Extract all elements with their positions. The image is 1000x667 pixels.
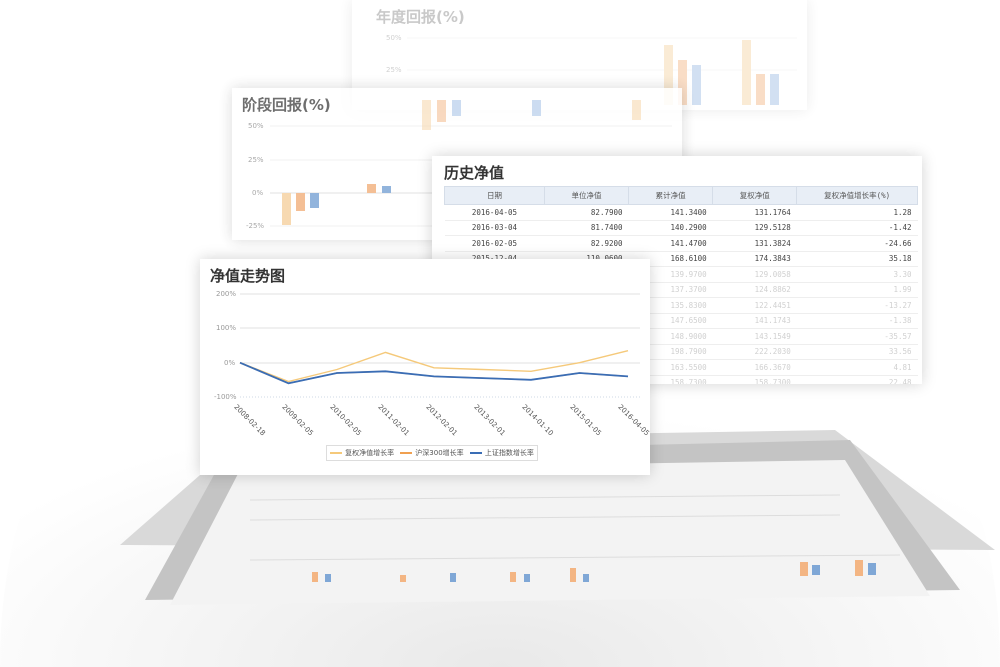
table-cell: -1.42 [796,220,918,236]
table-cell: 2016-03-04 [444,220,545,236]
table-cell: -1.38 [796,313,918,329]
table-cell: 82.9200 [544,235,629,252]
legend-label: 复权净值增长率 [345,449,395,457]
table-cell: -13.27 [796,297,918,314]
table-cell: 143.1549 [712,328,797,345]
chart-legend: 复权净值增长率 沪深300增长率 上证指数增长率 [326,445,538,461]
table-cell: 35.18 [796,251,918,267]
table-cell: 141.3400 [628,204,713,221]
legend-label: 上证指数增长率 [484,449,534,457]
table-row: 2016-02-05 82.9200 141.4700 131.3824 -24.66 [444,235,918,252]
column-header-cumulative-nav[interactable]: 累计净值 [628,186,714,205]
table-cell: 4.81 [796,359,918,376]
table-cell: 1.99 [796,282,918,298]
table-cell: 22.48 [796,375,918,384]
legend-item-hs300[interactable]: 沪深300增长率 [400,448,464,458]
table-cell: 3.30 [796,266,918,283]
table-cell: 166.3670 [712,359,797,376]
table-cell: 140.2900 [628,220,713,236]
table-row: 2016-03-04 81.7400 140.2900 129.5128 -1.42 [444,220,918,236]
table-cell: 158.7300 [712,375,797,384]
table-cell: 141.1743 [712,313,797,329]
sh-index-growth-line [239,361,629,385]
table-cell: 129.0058 [712,266,797,283]
column-header-unit-nav[interactable]: 单位净值 [543,186,630,205]
table-cell: 131.1764 [712,204,797,221]
nav-trend-chart [239,293,640,398]
table-cell: 131.3824 [712,235,797,252]
table-cell: 2016-04-05 [444,204,545,221]
legend-label: 沪深300增长率 [415,449,464,457]
column-header-adjusted-nav[interactable]: 复权净值 [712,186,798,205]
history-nav-title: 历史净值 [444,164,505,182]
table-cell: 129.5128 [712,220,797,236]
legend-item-nav[interactable]: 复权净值增长率 [330,448,394,458]
table-cell: 82.7900 [544,204,629,221]
table-cell: 33.56 [796,344,918,360]
table-cell: 2016-02-05 [444,235,545,252]
legend-item-sh-index[interactable]: 上证指数增长率 [469,448,534,458]
table-cell: 124.8862 [712,282,797,298]
table-cell: 1.28 [796,204,918,221]
table-cell: 222.2030 [712,344,797,360]
table-cell: -24.66 [796,235,918,252]
table-row: 2016-04-05 82.7900 141.3400 131.1764 1.28 [444,204,918,221]
column-header-date[interactable]: 日期 [444,186,545,205]
table-header-row: 日期 单位净值 累计净值 复权净值 复权净值增长率(%) [444,186,918,205]
column-header-growth-rate[interactable]: 复权净值增长率(%) [796,186,918,205]
table-cell: 174.3843 [712,251,797,267]
table-cell: -35.57 [796,328,918,345]
table-cell: 141.4700 [628,235,713,252]
nav-trend-panel: 净值走势图 200% 100% 0% -100% 2008-02-18 2009-… [200,259,650,475]
hs300-growth-line [239,362,629,385]
table-cell: 122.4451 [712,297,797,314]
table-cell: 81.7400 [544,220,629,236]
